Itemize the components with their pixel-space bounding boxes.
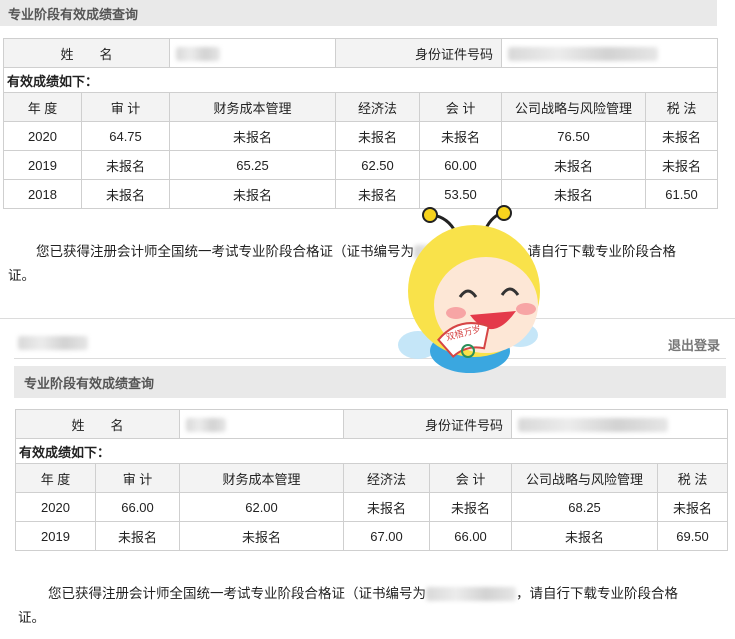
top-id-value [501, 38, 719, 68]
cell: 未报名 [645, 121, 719, 151]
bottom-name-label: 姓 名 [14, 409, 181, 439]
cell: 2019 [15, 521, 96, 551]
cell: 2020 [15, 492, 96, 522]
section-divider [0, 318, 735, 319]
cell: 未报名 [419, 121, 503, 151]
cell: 2020 [3, 121, 82, 151]
top-score-table: 姓 名 身份证件号码 有效成绩如下： 年 度 审 计 财务成本管理 经济法 会 … [2, 38, 719, 209]
redacted-cert-number [426, 587, 516, 602]
header-tax: 税 法 [657, 463, 729, 493]
cell: 未报名 [511, 521, 659, 551]
redacted-name [176, 46, 221, 61]
cell: 65.25 [169, 150, 337, 180]
cell: 76.50 [501, 121, 647, 151]
header-economic-law: 经济法 [335, 92, 421, 122]
top-section-row: 有效成绩如下： [2, 67, 719, 93]
header-strategy: 公司战略与风险管理 [501, 92, 647, 122]
cell: 2018 [3, 179, 82, 209]
cell: 未报名 [657, 492, 729, 522]
cell: 68.25 [511, 492, 659, 522]
redacted-name [186, 417, 227, 432]
redacted-id [508, 46, 659, 61]
header-accounting: 会 计 [419, 92, 503, 122]
top-panel-title-text: 专业阶段有效成绩查询 [8, 6, 139, 22]
cell: 未报名 [80, 179, 171, 209]
top-name-label-text: 姓 名 [60, 46, 113, 62]
header-year: 年 度 [3, 92, 82, 122]
top-name-label: 姓 名 [2, 38, 171, 68]
cell: 未报名 [429, 492, 513, 522]
table-row: 2020 64.75 未报名 未报名 未报名 76.50 未报名 [3, 121, 719, 151]
cell: 未报名 [645, 150, 719, 180]
bottom-score-table: 姓 名 身份证件号码 有效成绩如下： 年 度 审 计 财务成本管理 经济法 会 … [14, 409, 729, 551]
header-finance: 财务成本管理 [169, 92, 337, 122]
cell: 未报名 [335, 121, 421, 151]
header-economic-law: 经济法 [343, 463, 431, 493]
bottom-notice-a: 您已获得注册会计师全国统一考试专业阶段合格证（证书编号为 [48, 586, 426, 601]
cell: 未报名 [343, 492, 431, 522]
bottom-notice-b: ，请自行下载专业阶段合格 [516, 586, 678, 601]
cell: 2019 [3, 150, 82, 180]
logout-link[interactable]: 退出登录 [668, 335, 720, 354]
top-name-value [169, 38, 337, 68]
cell: 未报名 [179, 521, 345, 551]
cell: 64.75 [80, 121, 171, 151]
bottom-identity-row: 姓 名 身份证件号码 [14, 409, 729, 439]
top-header-row: 年 度 审 计 财务成本管理 经济法 会 计 公司战略与风险管理 税 法 [3, 92, 719, 122]
bottom-section-title: 有效成绩如下： [14, 438, 729, 464]
header-year: 年 度 [15, 463, 96, 493]
header-accounting: 会 计 [429, 463, 513, 493]
bottom-notice-c: 证。 [18, 610, 45, 625]
bottom-name-label-text: 姓 名 [71, 417, 124, 433]
top-notice-c: 证。 [8, 268, 35, 283]
cell: 未报名 [94, 521, 181, 551]
cell: 未报名 [169, 179, 337, 209]
cell: 62.50 [335, 150, 421, 180]
top-notice: 您已获得注册会计师全国统一考试专业阶段合格证（证书编号为 ，请自行下载专业阶段合格… [8, 240, 708, 288]
bottom-notice: 您已获得注册会计师全国统一考试专业阶段合格证（证书编号为 ，请自行下载专业阶段合格… [18, 582, 718, 630]
bee-mascot-icon: 双梧万岁 [398, 205, 540, 373]
bottom-section-row: 有效成绩如下： [14, 438, 729, 464]
table-row: 2019 未报名 65.25 62.50 60.00 未报名 未报名 [3, 150, 719, 180]
redacted-id [518, 417, 669, 432]
header-audit: 审 计 [80, 92, 171, 122]
bottom-name-value [179, 409, 345, 439]
cell: 66.00 [429, 521, 513, 551]
header-audit: 审 计 [94, 463, 181, 493]
header-tax: 税 法 [645, 92, 719, 122]
cell: 61.50 [645, 179, 719, 209]
top-notice-a: 您已获得注册会计师全国统一考试专业阶段合格证（证书编号为 [36, 244, 414, 259]
redacted-username [18, 336, 88, 350]
bottom-panel-title-text: 专业阶段有效成绩查询 [24, 375, 155, 391]
top-id-label: 身份证件号码 [335, 38, 503, 68]
top-id-label-text: 身份证件号码 [415, 46, 494, 62]
logout-link-text[interactable]: 退出登录 [668, 338, 720, 353]
bottom-id-label: 身份证件号码 [343, 409, 513, 439]
table-row: 2019 未报名 未报名 67.00 66.00 未报名 69.50 [15, 521, 729, 551]
cell: 未报名 [80, 150, 171, 180]
cell: 未报名 [501, 150, 647, 180]
cell: 66.00 [94, 492, 181, 522]
table-row: 2020 66.00 62.00 未报名 未报名 68.25 未报名 [15, 492, 729, 522]
bottom-id-label-text: 身份证件号码 [425, 417, 504, 433]
top-section-title: 有效成绩如下： [2, 67, 719, 93]
cell: 60.00 [419, 150, 503, 180]
header-divider [14, 358, 726, 359]
bottom-panel-title: 专业阶段有效成绩查询 [14, 366, 726, 398]
bottom-header-row: 年 度 审 计 财务成本管理 经济法 会 计 公司战略与风险管理 税 法 [15, 463, 729, 493]
bottom-id-value [511, 409, 729, 439]
header-finance: 财务成本管理 [179, 463, 345, 493]
cell: 69.50 [657, 521, 729, 551]
top-identity-row: 姓 名 身份证件号码 [2, 38, 719, 68]
cell: 67.00 [343, 521, 431, 551]
cell: 未报名 [169, 121, 337, 151]
header-strategy: 公司战略与风险管理 [511, 463, 659, 493]
top-panel-title: 专业阶段有效成绩查询 [0, 0, 717, 26]
table-row: 2018 未报名 未报名 未报名 53.50 未报名 61.50 [3, 179, 719, 209]
cell: 62.00 [179, 492, 345, 522]
